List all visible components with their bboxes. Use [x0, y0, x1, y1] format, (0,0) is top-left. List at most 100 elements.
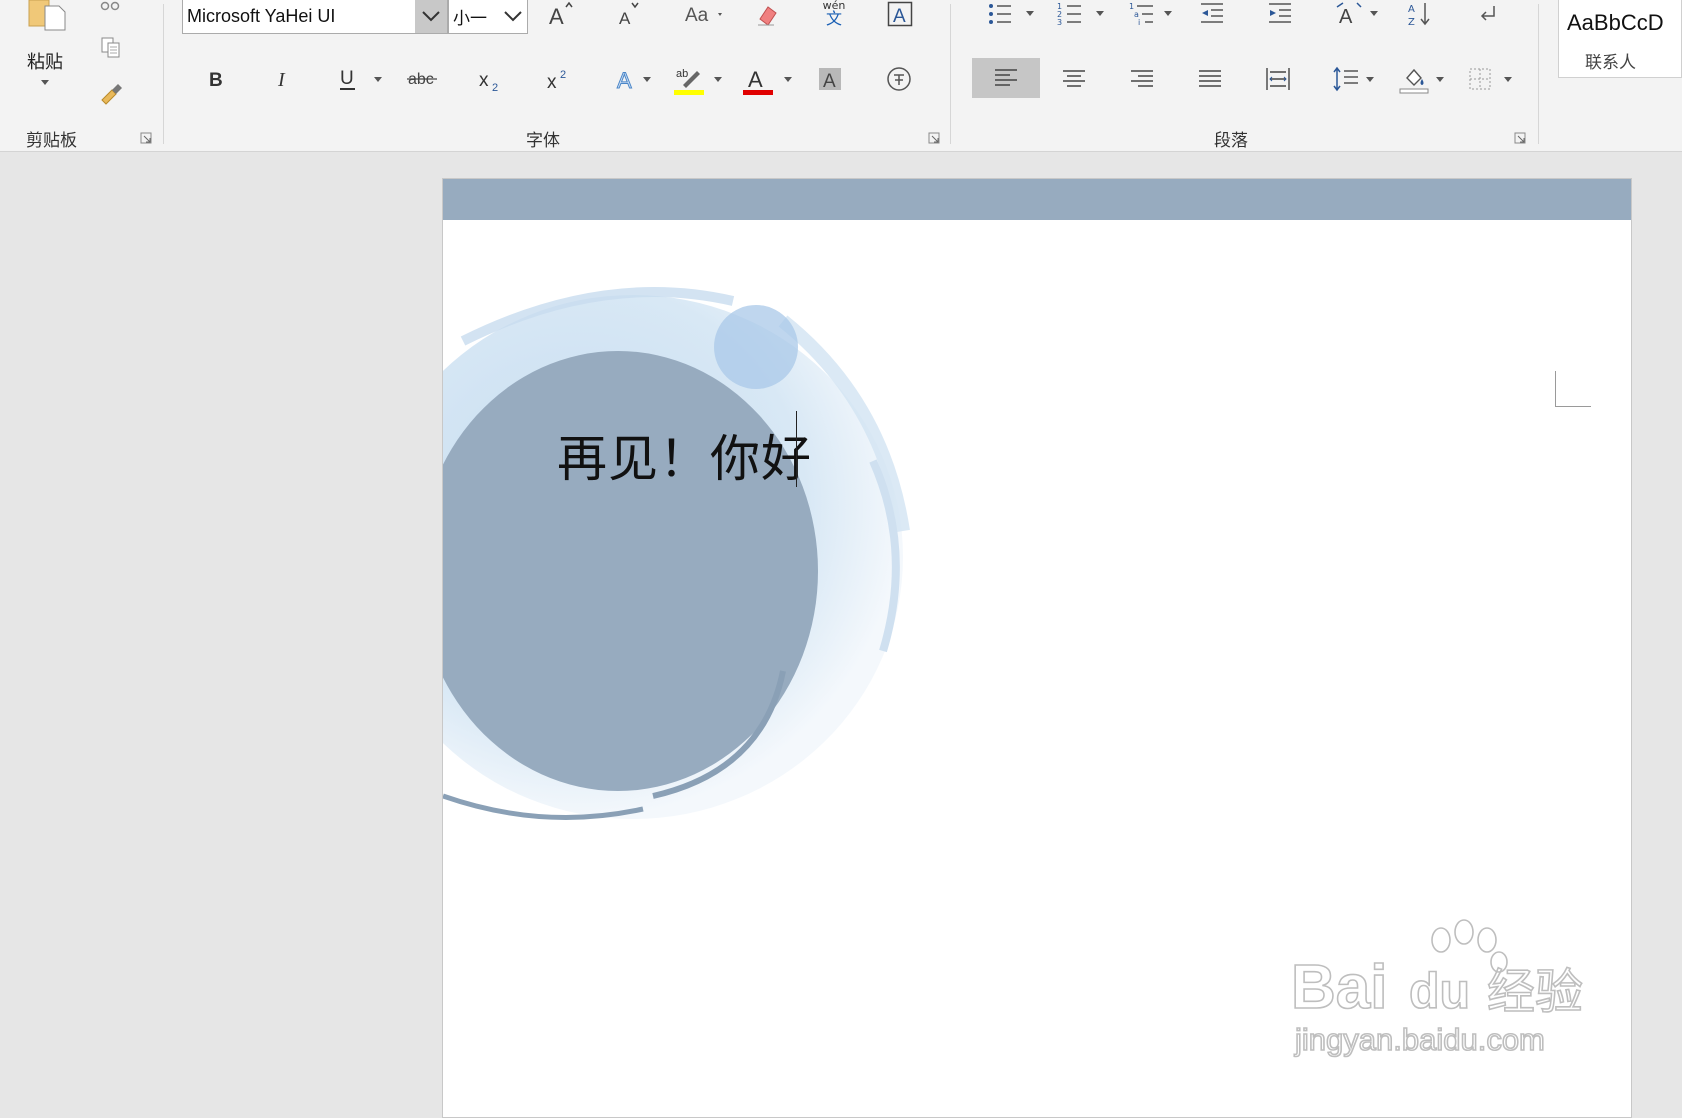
multilevel-list-dropdown-icon[interactable]	[1164, 11, 1172, 17]
line-spacing-dropdown-icon[interactable]	[1366, 77, 1374, 83]
paragraph-mark-icon	[1480, 6, 1495, 21]
paste-dropdown-icon[interactable]	[41, 80, 49, 86]
asian-layout-dropdown-icon[interactable]	[1370, 11, 1378, 17]
align-center-button[interactable]	[1060, 64, 1088, 94]
distributed-button[interactable]	[1264, 64, 1292, 94]
grow-font-button[interactable]: A	[546, 0, 576, 28]
style-gallery-item-contact[interactable]: AaBbCcD 联系人	[1558, 0, 1682, 78]
align-center-icon	[1063, 70, 1085, 87]
asian-layout-icon: A	[1336, 2, 1362, 27]
italic-icon: I	[277, 69, 286, 90]
shrink-font-button[interactable]: A	[614, 0, 644, 28]
align-left-icon	[995, 69, 1017, 86]
ribbon: 粘贴 剪贴板 Microsoft YaHei UI 小一 A A Aa wén …	[0, 0, 1682, 152]
format-painter-icon	[101, 84, 122, 105]
font-size-combo[interactable]: 小一	[448, 0, 528, 34]
show-formatting-marks-button[interactable]	[1474, 0, 1502, 28]
watermark-brand-cn: 经验	[1487, 964, 1583, 1020]
bullets-dropdown-icon[interactable]	[1026, 11, 1034, 17]
character-border-button[interactable]: A	[886, 0, 914, 28]
asian-layout-button[interactable]: A	[1334, 0, 1364, 28]
text-effects-button[interactable]: A	[612, 64, 642, 94]
highlight-button[interactable]: ab	[672, 64, 706, 96]
svg-text:I: I	[277, 69, 286, 90]
font-size-dropdown[interactable]	[499, 0, 527, 33]
font-group-label: 字体	[526, 131, 560, 151]
svg-text:A: A	[823, 71, 836, 91]
svg-text:A: A	[1408, 4, 1415, 15]
underline-button[interactable]: U	[334, 64, 362, 94]
font-color-button[interactable]: A	[742, 64, 774, 96]
ink-circle-graphic	[443, 287, 910, 820]
sort-button[interactable]: AZ	[1406, 0, 1434, 28]
shading-dropdown-icon[interactable]	[1436, 77, 1444, 83]
copy-button[interactable]	[98, 34, 124, 60]
character-shading-button[interactable]: A	[816, 64, 844, 94]
strikethrough-button[interactable]: abc	[406, 64, 440, 94]
font-dialog-launcher-icon[interactable]	[928, 132, 940, 144]
format-painter-button[interactable]	[96, 80, 126, 108]
increase-indent-icon	[1269, 3, 1291, 23]
text-effects-icon: A	[617, 68, 633, 93]
text-effects-dropdown-icon[interactable]	[643, 77, 651, 83]
multilevel-list-button[interactable]: 1ai	[1128, 0, 1156, 28]
separator	[163, 4, 164, 144]
copy-icon	[101, 37, 120, 58]
font-size-value: 小一	[453, 8, 487, 29]
align-left-button[interactable]	[972, 58, 1040, 98]
margin-corner-mark	[1555, 371, 1591, 407]
increase-indent-button[interactable]	[1266, 0, 1294, 28]
decrease-indent-button[interactable]	[1198, 0, 1226, 28]
shading-button[interactable]	[1398, 62, 1430, 96]
cut-button[interactable]	[98, 0, 122, 14]
paragraph-dialog-launcher-icon[interactable]	[1514, 132, 1526, 144]
numbering-button[interactable]: 123	[1056, 0, 1084, 28]
highlight-dropdown-icon[interactable]	[714, 77, 722, 83]
line-spacing-icon	[1333, 66, 1358, 92]
svg-text:A: A	[549, 4, 564, 27]
svg-text:Aa: Aa	[685, 5, 709, 26]
clear-formatting-button[interactable]	[752, 0, 782, 28]
italic-button[interactable]: I	[270, 64, 298, 94]
multilevel-list-icon: 1ai	[1129, 2, 1153, 27]
document-text[interactable]: 再见！你好	[557, 419, 812, 491]
superscript-button[interactable]: x2	[542, 64, 576, 96]
svg-text:2: 2	[560, 69, 566, 81]
underline-dropdown-icon[interactable]	[374, 77, 382, 83]
phonetic-guide-button[interactable]: wén 文	[818, 0, 850, 28]
font-color-swatch	[743, 90, 773, 95]
highlight-color-swatch	[674, 90, 704, 95]
borders-button[interactable]	[1466, 64, 1494, 94]
svg-text:A: A	[617, 68, 632, 92]
change-case-button[interactable]: Aa	[684, 0, 728, 28]
scissors-icon	[100, 1, 120, 11]
change-case-icon: Aa	[685, 5, 722, 26]
svg-text:i: i	[1138, 18, 1140, 27]
clipboard-group-label: 剪贴板	[26, 131, 77, 151]
separator	[950, 4, 951, 144]
watermark-brand-latin: Bai	[1291, 953, 1387, 1022]
bold-button[interactable]: B	[202, 64, 230, 94]
paste-icon	[28, 0, 66, 31]
font-name-dropdown[interactable]	[415, 0, 447, 33]
superscript-icon: x2	[547, 69, 566, 93]
paste-button[interactable]: 粘贴	[10, 0, 80, 100]
enclose-characters-button[interactable]	[884, 64, 914, 94]
line-spacing-button[interactable]	[1330, 64, 1362, 94]
svg-text:A: A	[748, 67, 763, 92]
bullets-button[interactable]	[986, 0, 1014, 28]
numbering-dropdown-icon[interactable]	[1096, 11, 1104, 17]
font-name-combo[interactable]: Microsoft YaHei UI	[182, 0, 448, 34]
page-header-band	[443, 179, 1631, 220]
text-cursor	[796, 411, 797, 487]
clipboard-dialog-launcher-icon[interactable]	[140, 132, 152, 144]
highlighter-icon: ab	[674, 68, 704, 95]
justify-button[interactable]	[1196, 64, 1224, 94]
align-right-button[interactable]	[1128, 64, 1156, 94]
subscript-button[interactable]: x2	[474, 64, 508, 96]
font-color-dropdown-icon[interactable]	[784, 77, 792, 83]
font-name-value: Microsoft YaHei UI	[187, 5, 336, 26]
watermark-url: jingyan.baidu.com	[1294, 1022, 1545, 1057]
svg-text:2: 2	[492, 82, 498, 94]
borders-dropdown-icon[interactable]	[1504, 77, 1512, 83]
